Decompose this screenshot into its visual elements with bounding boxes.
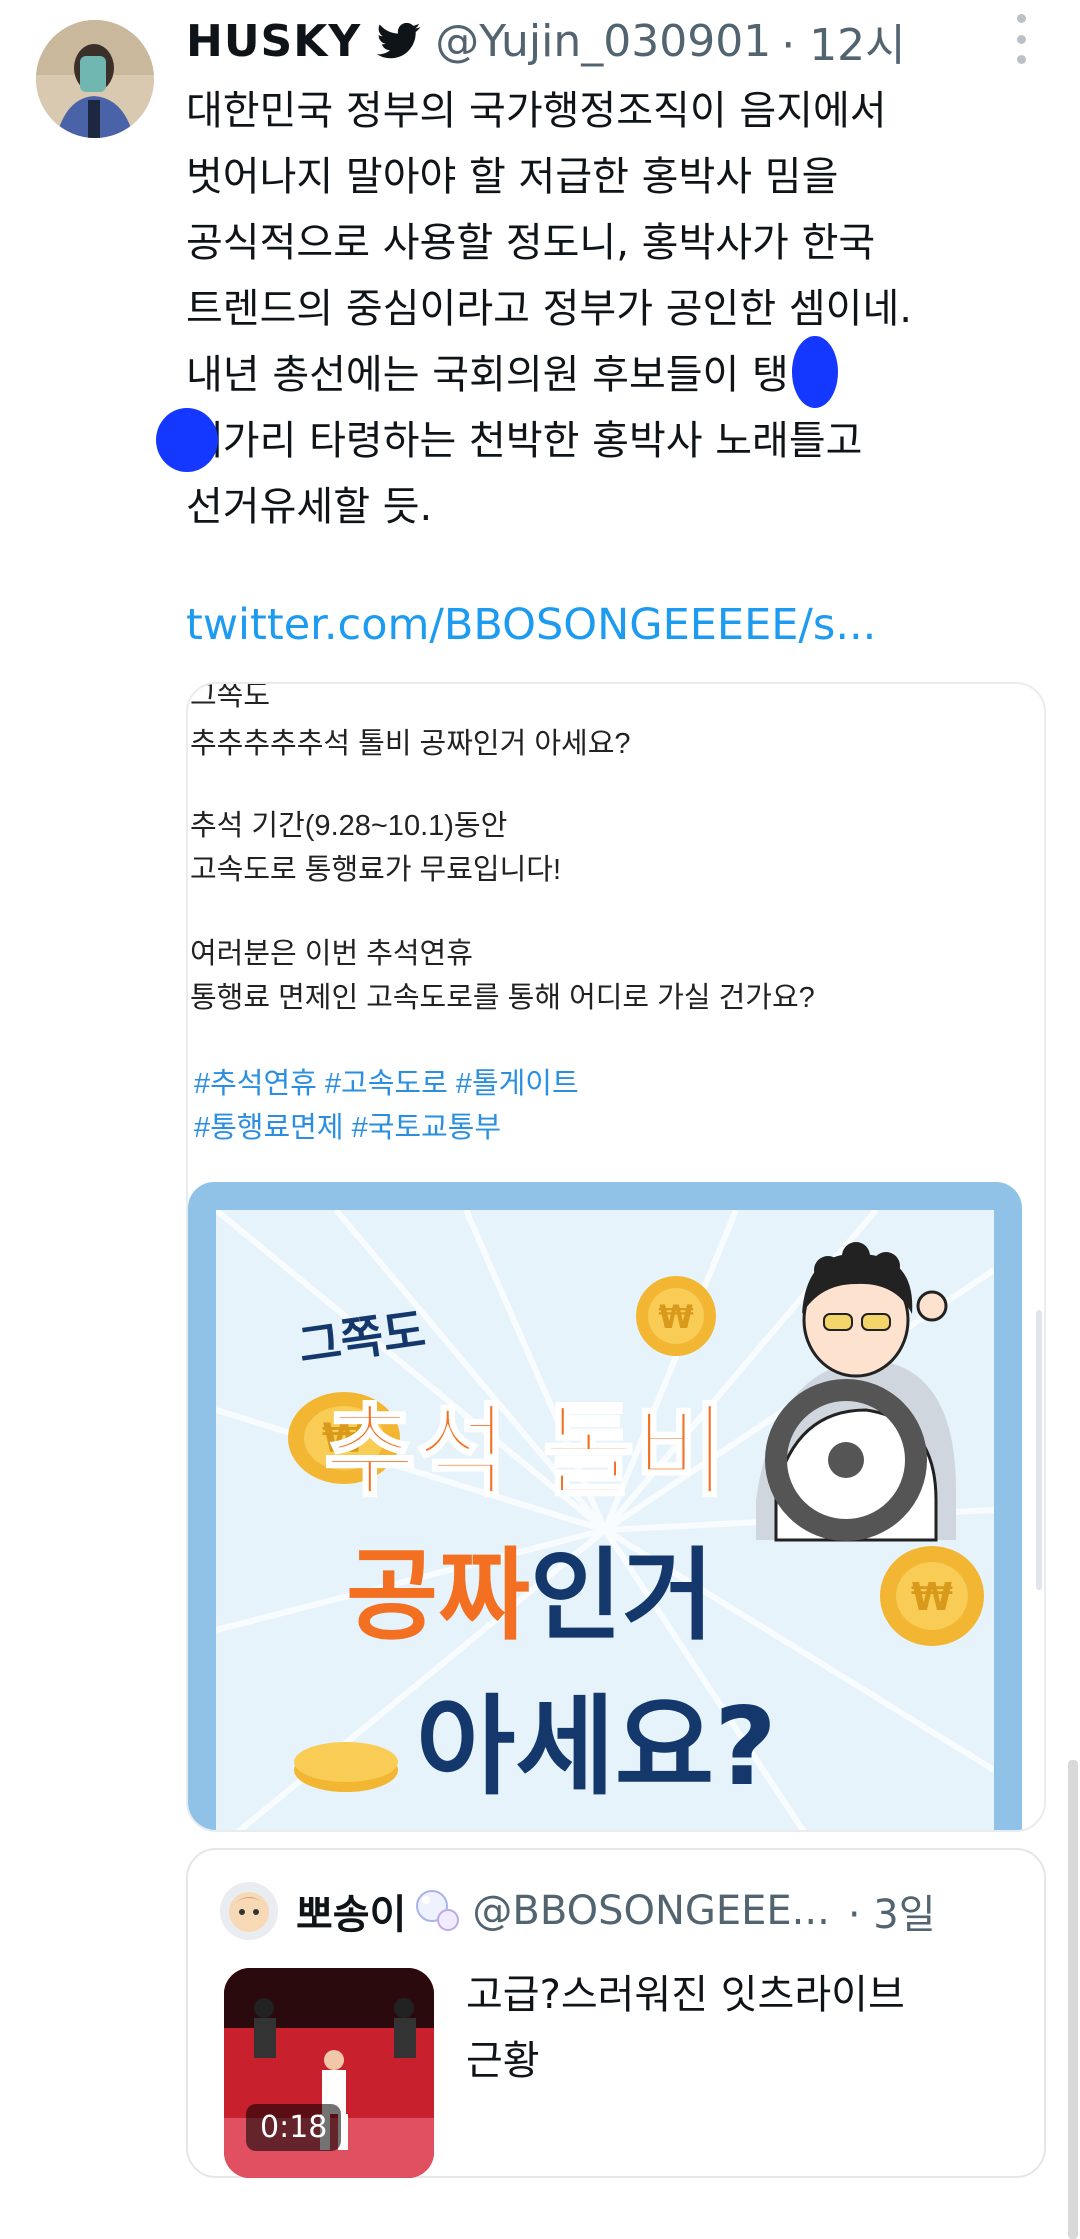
more-options-icon[interactable] [1006, 14, 1036, 64]
promo-line2-highlight: 공짜 [346, 1537, 530, 1654]
quoted-header: 뽀송이 @BBOSONGEEE... · 3일 [296, 1880, 936, 1942]
promo-line1: 추석 톨비 [323, 1392, 729, 1512]
card-line: 고속도로 통행료가 무료입니다! [190, 854, 562, 886]
promo-line2: 공짜인거 [346, 1514, 714, 1659]
card-line: 여러분은 이번 추석연휴 [190, 938, 473, 970]
quoted-line: 고급?스러워진 잇츠라이브 [466, 1972, 905, 2018]
card-hashtags[interactable]: #추석연휴 #고속도로 #톨게이트 [194, 1060, 579, 1102]
promo-line3: 아세요? [416, 1685, 777, 1810]
scrollbar[interactable] [1068, 1760, 1078, 2239]
bubble-icon [416, 1890, 460, 1931]
tweet-line: 대한민국 정부의 국가행정조직이 음지에서 [186, 88, 887, 134]
tweet-line: 내년 총선에는 국회의원 후보들이 탱이 [186, 352, 826, 398]
author-avatar[interactable] [36, 20, 154, 138]
quoted-time[interactable]: · 3일 [848, 1882, 936, 1940]
embedded-image-card[interactable]: 그쪽도 추추추추추석 톨비 공짜인거 아세요? 추석 기간(9.28~10.1)… [186, 682, 1046, 1832]
coin-icon: ₩ [636, 1276, 716, 1356]
promo-image: ₩ ₩ ₩ 그쪽도 추석 톨비 공짜인거 아세요? [188, 1182, 1022, 1830]
promo-line2-rest: 인거 [530, 1537, 714, 1654]
quoted-author-handle[interactable]: @BBOSONGEEE... [472, 1888, 829, 1934]
svg-text:₩: ₩ [658, 1298, 693, 1336]
video-duration: 0:18 [246, 2104, 342, 2151]
twitter-bird-icon [377, 22, 421, 59]
coin-icon [294, 1742, 398, 1792]
video-thumbnail[interactable]: 0:18 [224, 1968, 434, 2178]
scrollbar-track [1036, 1310, 1042, 1590]
card-line: 통행료 면제인 고속도로를 통해 어디로 가실 건가요? [190, 982, 815, 1014]
promo-image-inner: ₩ ₩ ₩ 그쪽도 추석 톨비 공짜인거 아세요? [216, 1210, 994, 1830]
author-name[interactable]: HUSKY [186, 16, 361, 67]
tweet-body: 대한민국 정부의 국가행정조직이 음지에서 벗어나지 말아야 할 저급한 홍박사… [186, 78, 1046, 540]
card-line: 그쪽도 [190, 682, 271, 712]
coin-icon: ₩ [880, 1546, 984, 1646]
tweet-line: 트렌드의 중심이라고 정부가 공인한 셈이네. [186, 286, 912, 332]
redaction-mark [156, 408, 218, 472]
tweet-header: HUSKY @Yujin_030901 · 12시 [186, 8, 906, 74]
character-illustration [756, 1242, 956, 1542]
card-line: 추석 기간(9.28~10.1)동안 [190, 810, 508, 842]
tweet-link[interactable]: twitter.com/BBOSONGEEEEE/s... [186, 600, 876, 650]
tweet-line: 선거유세할 듯. [186, 484, 433, 530]
tweet-time[interactable]: · 12시 [781, 9, 905, 73]
quoted-author-name[interactable]: 뽀송이 [296, 1882, 406, 1940]
quoted-author-avatar[interactable] [220, 1882, 278, 1940]
quoted-line: 근황 [466, 2038, 540, 2084]
tweet-line: 벗어나지 말아야 할 저급한 홍박사 밈을 [186, 154, 839, 200]
tweet-line: 공식적으로 사용할 정도니, 홍박사가 한국 [186, 220, 876, 266]
card-line: 추추추추추석 톨비 공짜인거 아세요? [190, 728, 631, 760]
author-handle[interactable]: @Yujin_030901 [435, 16, 771, 67]
redaction-mark [792, 336, 838, 408]
card-hashtags[interactable]: #통행료면제 #국토교통부 [194, 1104, 501, 1146]
quoted-text: 고급?스러워진 잇츠라이브 근황 [466, 1962, 905, 2094]
svg-text:₩: ₩ [911, 1575, 953, 1619]
tweet-line: 대가리 타령하는 천박한 홍박사 노래틀고 [186, 418, 863, 464]
